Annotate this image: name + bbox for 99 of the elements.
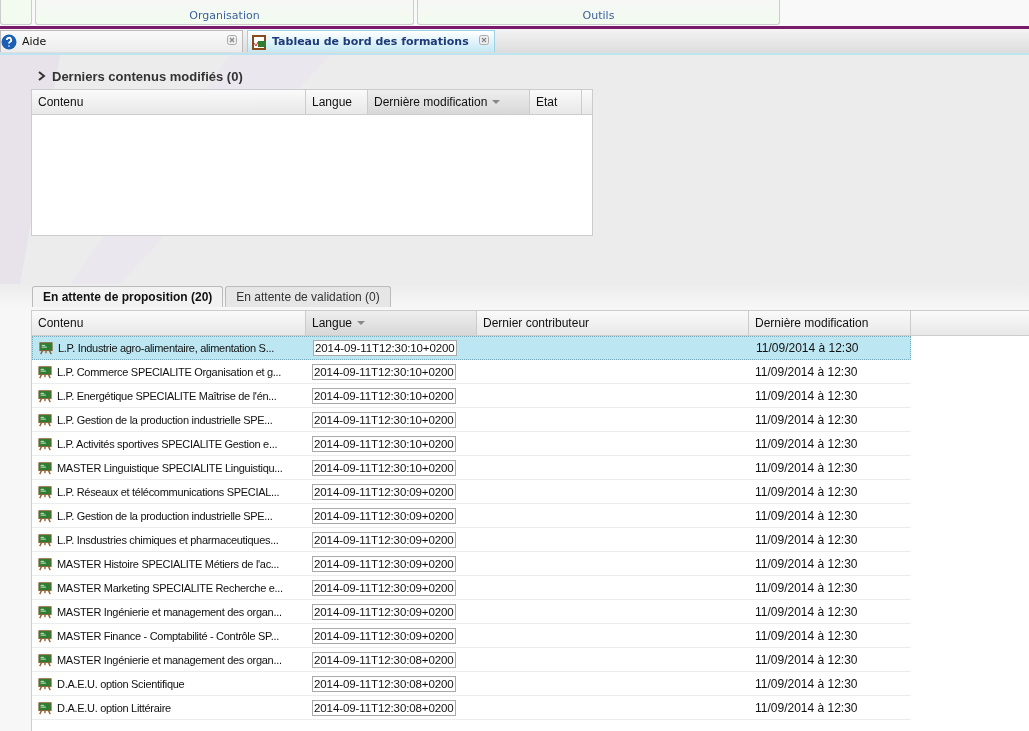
- table-cell: L.P. Insdustries chimiques et pharmaceutiques...: [57, 533, 279, 546]
- table-cell: 11/09/2014 à 12:30: [755, 580, 858, 595]
- table-cell: MASTER Finance - Comptabilité - Contrôle SP...: [57, 629, 279, 642]
- tab[interactable]: Tableau de bord des formations: [247, 30, 495, 53]
- table-row[interactable]: MASTER Ingénierie et management des organ... 2014-09-11T12:30:09+0200 11/09/2014 à 12:30: [32, 600, 911, 624]
- group-label: Organisation: [189, 9, 260, 23]
- group-label: Outils: [582, 9, 615, 23]
- blackboard-icon: [38, 556, 52, 571]
- blackboard-icon: [38, 436, 52, 451]
- chevron-icon: [38, 71, 46, 82]
- table-cell: MASTER Ingénierie et management des organ...: [57, 605, 282, 618]
- close-icon[interactable]: [227, 35, 237, 46]
- blackboard-icon: [38, 364, 52, 379]
- blackboard-icon: [38, 580, 52, 595]
- blackboard-icon: [38, 652, 52, 667]
- table-cell: L.P. Gestion de la production industrielle SPE...: [57, 413, 273, 426]
- table-cell: 2014-09-11T12:30:09+0200: [312, 483, 456, 500]
- table-row[interactable]: MASTER Finance - Comptabilité - Contrôle SP... 2014-09-11T12:30:09+0200 11/09/2014 à 12:30: [32, 624, 911, 648]
- table-cell: 2014-09-11T12:30:08+0200: [312, 699, 456, 716]
- table-cell: 11/09/2014 à 12:30: [755, 508, 858, 523]
- table-row[interactable]: L.P. Activités sportives SPECIALITE Gestion e... 2014-09-11T12:30:10+0200 11/09/2014 à 12:30: [32, 432, 911, 456]
- table-cell: 2014-09-11T12:30:09+0200: [312, 579, 456, 596]
- table-cell: L.P. Commerce SPECIALITE Organisation et g...: [57, 365, 282, 378]
- table-cell: 2014-09-11T12:30:10+0200: [312, 363, 456, 380]
- help-icon: [1, 33, 17, 50]
- table-cell: 11/09/2014 à 12:30: [755, 628, 858, 643]
- table-row[interactable]: MASTER Histoire SPECIALITE Métiers de l'ac... 2014-09-11T12:30:09+0200 11/09/2014 à 12:30: [32, 552, 911, 576]
- table-cell: L.P. Activités sportives SPECIALITE Gestion e...: [57, 437, 278, 450]
- blackboard-icon: [38, 676, 52, 691]
- column-header[interactable]: Dernier contributeur: [477, 311, 749, 335]
- table-cell: 11/09/2014 à 12:30: [755, 532, 858, 547]
- table-cell: 11/09/2014 à 12:30: [755, 460, 858, 475]
- table-cell: 2014-09-11T12:30:10+0200: [312, 435, 456, 452]
- column-header[interactable]: Contenu: [32, 89, 306, 114]
- table-cell: 11/09/2014 à 12:30: [755, 556, 858, 571]
- table-cell: 11/09/2014 à 12:30: [755, 412, 858, 427]
- table-cell: 2014-09-11T12:30:09+0200: [312, 531, 456, 548]
- column-header[interactable]: Etat: [530, 89, 582, 114]
- table-row[interactable]: L.P. Gestion de la production industrielle SPE... 2014-09-11T12:30:09+0200 11/09/2014 à 12:30: [32, 504, 911, 528]
- table-cell: L.P. Gestion de la production industrielle SPE...: [57, 509, 273, 522]
- blackboard-icon: [38, 700, 52, 715]
- table-cell: 2014-09-11T12:30:09+0200: [312, 603, 456, 620]
- table-cell: L.P. Energétique SPECIALITE Maîtrise de l'én...: [57, 389, 277, 402]
- table-cell: 2014-09-11T12:30:09+0200: [312, 627, 456, 644]
- table-row[interactable]: L.P. Commerce SPECIALITE Organisation et g... 2014-09-11T12:30:10+0200 11/09/2014 à 12:30: [32, 360, 911, 384]
- table-cell: 2014-09-11T12:30:08+0200: [312, 651, 456, 668]
- table-row[interactable]: L.P. Gestion de la production industrielle SPE... 2014-09-11T12:30:10+0200 11/09/2014 à 12:30: [32, 408, 911, 432]
- table-cell: 11/09/2014 à 12:30: [755, 652, 858, 667]
- table-row[interactable]: MASTER Ingénierie et management des organ... 2014-09-11T12:30:08+0200 11/09/2014 à 12:30: [32, 648, 911, 672]
- table-cell: 11/09/2014 à 12:30: [755, 604, 858, 619]
- column-header[interactable]: Dernière modification: [368, 89, 530, 114]
- table-cell: L.P. Industrie agro-alimentaire, alimentation S...: [58, 342, 274, 354]
- column-header[interactable]: Langue: [306, 311, 477, 335]
- table-cell: 2014-09-11T12:30:08+0200: [312, 675, 456, 692]
- table-row[interactable]: MASTER Linguistique SPECIALITE Linguistiqu... 2014-09-11T12:30:10+0200 11/09/2014 à 12:30: [32, 456, 911, 480]
- table-cell: 2014-09-11T12:30:10+0200: [312, 459, 456, 476]
- blackboard-icon: [39, 341, 53, 355]
- tab[interactable]: En attente de proposition (20): [32, 286, 224, 307]
- table-row[interactable]: L.P. Energétique SPECIALITE Maîtrise de l'én... 2014-09-11T12:30:10+0200 11/09/2014 à 12:30: [32, 384, 911, 408]
- table-row[interactable]: L.P. Réseaux et télécommunications SPECIAL... 2014-09-11T12:30:09+0200 11/09/2014 à 12:30: [32, 480, 911, 504]
- close-icon[interactable]: [479, 35, 489, 46]
- table-row[interactable]: D.A.E.U. option Scientifique 2014-09-11T12:30:08+0200 11/09/2014 à 12:30: [32, 672, 911, 696]
- blackboard-icon: [38, 484, 52, 499]
- blackboard-icon: [38, 412, 52, 427]
- table-row[interactable]: D.A.E.U. option Littéraire 2014-09-11T12:30:08+0200 11/09/2014 à 12:30: [32, 696, 911, 720]
- table-cell: L.P. Réseaux et télécommunications SPECIAL...: [57, 485, 280, 498]
- clipboard-icon: [251, 33, 267, 50]
- table-cell: MASTER Ingénierie et management des organ...: [57, 653, 282, 666]
- table-cell: 11/09/2014 à 12:30: [755, 364, 858, 379]
- table-cell: D.A.E.U. option Littéraire: [57, 701, 171, 714]
- table-cell: 11/09/2014 à 12:30: [755, 676, 858, 691]
- table-row[interactable]: L.P. Insdustries chimiques et pharmaceutiques... 2014-09-11T12:30:09+0200 11/09/2014 à 12:30: [32, 528, 911, 552]
- table-cell: D.A.E.U. option Scientifique: [57, 677, 185, 690]
- table-cell: 11/09/2014 à 12:30: [755, 436, 858, 451]
- table-cell: 11/09/2014 à 12:30: [755, 700, 858, 715]
- table-cell: 2014-09-11T12:30:09+0200: [312, 507, 456, 524]
- table-row[interactable]: L.P. Industrie agro-alimentaire, alimentation S... 2014-09-11T12:30:10+0200 11/09/2014 à 12:30: [32, 336, 911, 360]
- table-cell: 2014-09-11T12:30:10+0200: [312, 387, 456, 404]
- table-cell: MASTER Histoire SPECIALITE Métiers de l'ac...: [57, 557, 280, 570]
- table-cell: MASTER Linguistique SPECIALITE Linguistiqu...: [57, 461, 283, 474]
- tab[interactable]: Aide: [0, 30, 243, 53]
- table-cell: MASTER Marketing SPECIALITE Recherche e...: [57, 581, 283, 594]
- blackboard-icon: [38, 628, 52, 643]
- column-header[interactable]: Dernière modification: [749, 311, 911, 335]
- blackboard-icon: [38, 388, 52, 403]
- table-cell: 11/09/2014 à 12:30: [755, 388, 858, 403]
- sort-arrow-icon: [492, 99, 501, 104]
- sort-arrow-icon: [357, 321, 366, 325]
- blackboard-icon: [38, 532, 52, 547]
- table-cell: 11/09/2014 à 12:30: [756, 341, 859, 355]
- tab[interactable]: En attente de validation (0): [225, 286, 391, 307]
- table-row[interactable]: MASTER Marketing SPECIALITE Recherche e... 2014-09-11T12:30:09+0200 11/09/2014 à 12:30: [32, 576, 911, 600]
- table-cell: 2014-09-11T12:30:10+0200: [313, 340, 457, 356]
- blackboard-icon: [38, 460, 52, 475]
- table-cell: 2014-09-11T12:30:09+0200: [312, 555, 456, 572]
- table-cell: 2014-09-11T12:30:10+0200: [312, 411, 456, 428]
- table-cell: 11/09/2014 à 12:30: [755, 484, 858, 499]
- blackboard-icon: [38, 508, 52, 523]
- blackboard-icon: [38, 604, 52, 619]
